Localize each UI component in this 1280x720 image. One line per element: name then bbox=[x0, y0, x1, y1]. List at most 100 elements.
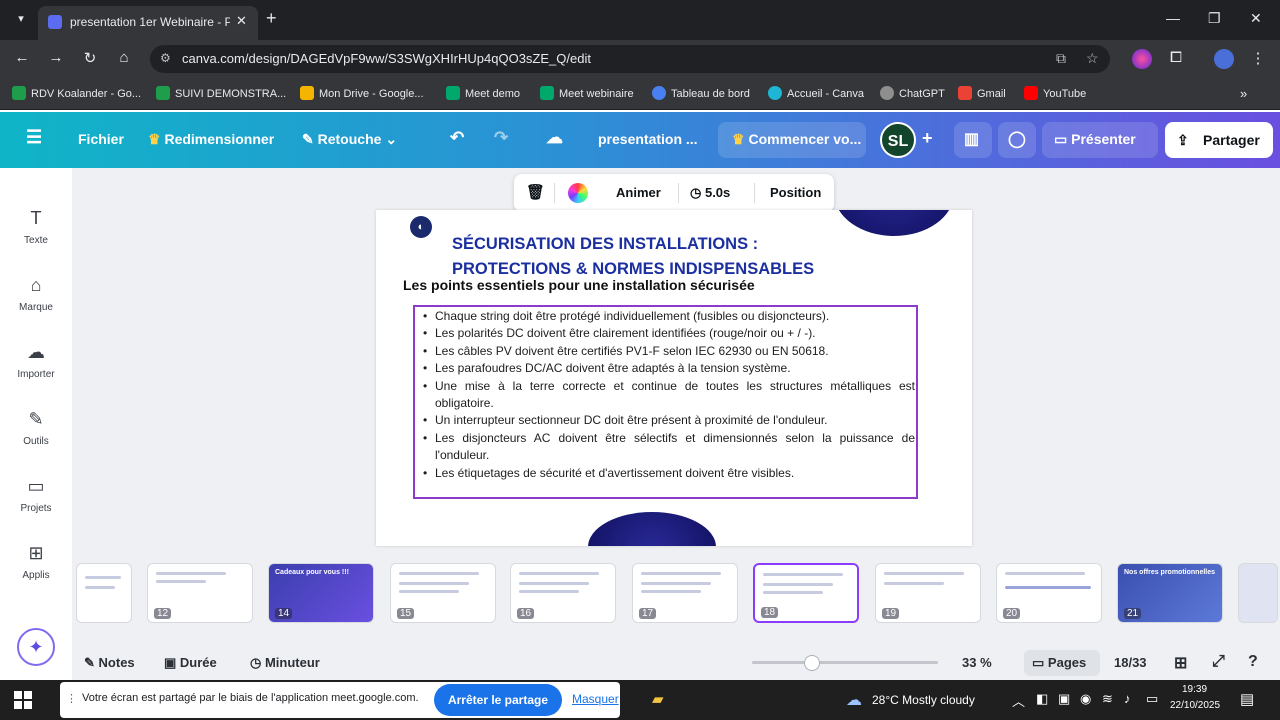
color-wheel-icon[interactable] bbox=[568, 183, 588, 203]
bookmarks-overflow-icon[interactable]: » bbox=[1240, 86, 1247, 101]
tab-search-icon[interactable]: ▾ bbox=[10, 8, 32, 30]
install-app-icon[interactable]: ⧉ bbox=[1056, 50, 1066, 67]
bookmark-item[interactable]: Gmail bbox=[958, 86, 1006, 100]
slide-subtitle[interactable]: Les points essentiels pour une installat… bbox=[403, 277, 755, 293]
back-icon[interactable]: ← bbox=[12, 49, 32, 66]
drag-handle-icon[interactable]: ⋮ bbox=[66, 692, 77, 705]
tray-app-icon[interactable]: ◧ bbox=[1036, 691, 1048, 707]
bookmark-item[interactable]: SUIVI DEMONSTRA... bbox=[156, 86, 286, 100]
bookmark-item[interactable]: Meet demo bbox=[446, 86, 520, 100]
sidebar-item-importer[interactable]: ☁ Importer bbox=[0, 342, 72, 380]
trash-icon[interactable]: 🗑 bbox=[526, 183, 545, 201]
document-title[interactable]: presentation ... bbox=[598, 131, 698, 147]
window-minimize-icon[interactable]: — bbox=[1166, 10, 1180, 26]
battery-icon[interactable]: ▭ bbox=[1146, 691, 1158, 707]
bullet-item: Les disjoncteurs AC doivent être sélecti… bbox=[421, 430, 915, 465]
bookmark-item[interactable]: Tableau de bord bbox=[652, 86, 750, 100]
window-restore-icon[interactable]: ❐ bbox=[1208, 10, 1221, 27]
zoom-slider-track[interactable] bbox=[752, 661, 938, 664]
bookmark-item[interactable]: ChatGPT bbox=[880, 86, 945, 100]
slide-title[interactable]: SÉCURISATION DES INSTALLATIONS : PROTECT… bbox=[452, 232, 882, 282]
bookmark-item[interactable]: Meet webinaire bbox=[540, 86, 634, 100]
share-upload-icon: ⇪ bbox=[1177, 132, 1189, 148]
home-icon[interactable]: ⌂ bbox=[114, 49, 134, 66]
duration-toggle[interactable]: ▣ Durée bbox=[164, 655, 217, 671]
sidebar-item-marque[interactable]: ⌂ Marque bbox=[0, 275, 72, 313]
timer-button[interactable]: ◷ Minuteur bbox=[250, 655, 320, 671]
share-button[interactable]: ⇪ Partager bbox=[1165, 122, 1273, 158]
site-info-icon[interactable]: ⚙ bbox=[160, 51, 176, 67]
forward-icon[interactable]: → bbox=[46, 49, 66, 66]
reload-icon[interactable]: ↻ bbox=[80, 49, 100, 67]
grid-view-icon[interactable]: ⊞ bbox=[1174, 653, 1187, 673]
position-button[interactable]: Position bbox=[770, 185, 821, 200]
new-tab-icon[interactable]: + bbox=[266, 8, 277, 29]
page-thumbnail[interactable] bbox=[1238, 563, 1278, 623]
bookmark-item[interactable]: Accueil - Canva bbox=[768, 86, 864, 100]
sidebar-item-projets[interactable]: ▭ Projets bbox=[0, 476, 72, 514]
fullscreen-icon[interactable]: ⤢ bbox=[1212, 653, 1225, 671]
resize-button[interactable]: ♛ Redimensionner bbox=[148, 131, 274, 148]
page-thumbnail[interactable]: 15 bbox=[390, 563, 496, 623]
sidebar-item-applis[interactable]: ⊞ Applis bbox=[0, 543, 72, 581]
extensions-puzzle-icon[interactable]: ⧠ bbox=[1166, 49, 1186, 66]
help-icon[interactable]: ? bbox=[1248, 653, 1258, 671]
page-thumbnail[interactable]: 17 bbox=[632, 563, 738, 623]
page-thumbnail[interactable]: 16 bbox=[510, 563, 616, 623]
main-menu-icon[interactable]: ☰ bbox=[26, 127, 42, 148]
avatar[interactable]: SL bbox=[880, 122, 916, 158]
wifi-icon[interactable]: ≋ bbox=[1102, 691, 1113, 707]
page-thumbnail[interactable]: Cadeaux pour vous !!! 14 bbox=[268, 563, 374, 623]
slide-title-line: SÉCURISATION DES INSTALLATIONS : bbox=[452, 235, 759, 253]
file-explorer-icon[interactable]: ▰ bbox=[652, 690, 664, 708]
cloud-save-icon[interactable]: ☁ bbox=[546, 128, 563, 148]
zoom-level[interactable]: 33 % bbox=[962, 655, 992, 670]
fichier-menu[interactable]: Fichier bbox=[78, 131, 124, 147]
camera-icon[interactable]: ◉ bbox=[1080, 691, 1091, 707]
clock-date[interactable]: 22/10/2025 bbox=[1170, 700, 1220, 711]
window-close-icon[interactable]: ✕ bbox=[1250, 10, 1262, 27]
stop-sharing-button[interactable]: Arrêter le partage bbox=[434, 684, 562, 716]
undo-icon[interactable]: ↶ bbox=[450, 128, 464, 148]
page-thumbnail[interactable] bbox=[76, 563, 132, 623]
page-thumbnail[interactable]: 12 bbox=[147, 563, 253, 623]
page-thumbnail[interactable]: 20 bbox=[996, 563, 1102, 623]
slide-canvas[interactable]: ◐ SÉCURISATION DES INSTALLATIONS : PROTE… bbox=[376, 210, 972, 546]
browser-tab-active[interactable]: presentation 1er Webinaire - P ✕ bbox=[38, 6, 258, 40]
browser-menu-icon[interactable]: ⋮ bbox=[1248, 49, 1268, 67]
hide-banner-link[interactable]: Masquer bbox=[572, 692, 619, 706]
page-thumbnail[interactable]: Nos offres promotionnelles 21 bbox=[1117, 563, 1223, 623]
page-thumbnail[interactable]: 19 bbox=[875, 563, 981, 623]
notifications-icon[interactable]: ▤ bbox=[1240, 690, 1254, 708]
bookmark-item[interactable]: RDV Koalander - Go... bbox=[12, 86, 141, 100]
weather-text[interactable]: 28°C Mostly cloudy bbox=[872, 693, 975, 707]
volume-icon[interactable]: ♪ bbox=[1124, 691, 1131, 706]
extension-icon[interactable] bbox=[1132, 49, 1152, 69]
tab-close-icon[interactable]: ✕ bbox=[236, 13, 247, 29]
thumb-line bbox=[884, 582, 944, 585]
add-collaborator-icon[interactable]: + bbox=[922, 128, 933, 149]
zoom-slider-handle[interactable] bbox=[804, 655, 820, 671]
tray-app-icon[interactable]: ▣ bbox=[1058, 691, 1070, 707]
bookmark-item[interactable]: YouTube bbox=[1024, 86, 1086, 100]
tray-chevron-icon[interactable]: ︿ bbox=[1012, 691, 1025, 710]
bullet-item: Les câbles PV doivent être certifiés PV1… bbox=[421, 343, 915, 361]
magic-assistant-icon[interactable]: ✦ bbox=[17, 628, 55, 666]
bullet-text-box[interactable]: Chaque string doit être protégé individu… bbox=[413, 305, 918, 499]
sidebar-item-texte[interactable]: T Texte bbox=[0, 208, 72, 246]
redo-icon[interactable]: ↷ bbox=[494, 128, 508, 148]
animate-button[interactable]: Animer bbox=[616, 185, 661, 200]
retouche-button[interactable]: ✎ Retouche ⌄ bbox=[302, 131, 397, 148]
page-thumbnail-selected[interactable]: 18 bbox=[753, 563, 859, 623]
duration-button[interactable]: ◷ 5.0s bbox=[690, 185, 730, 201]
address-bar[interactable]: ⚙ canva.com/design/DAGEdVpF9ww/S3SWgXHIr… bbox=[150, 45, 1110, 73]
sidebar-item-outils[interactable]: ✎ Outils bbox=[0, 409, 72, 447]
bookmark-star-icon[interactable]: ☆ bbox=[1086, 50, 1099, 67]
bookmark-item[interactable]: Mon Drive - Google... bbox=[300, 86, 424, 100]
thumb-line bbox=[85, 586, 115, 589]
notes-button[interactable]: ✎ Notes bbox=[84, 655, 135, 671]
windows-start-icon[interactable] bbox=[14, 691, 32, 709]
thumb-line bbox=[85, 576, 121, 579]
profile-icon[interactable] bbox=[1214, 49, 1234, 69]
clock-time[interactable]: 19:39 bbox=[1182, 684, 1207, 695]
